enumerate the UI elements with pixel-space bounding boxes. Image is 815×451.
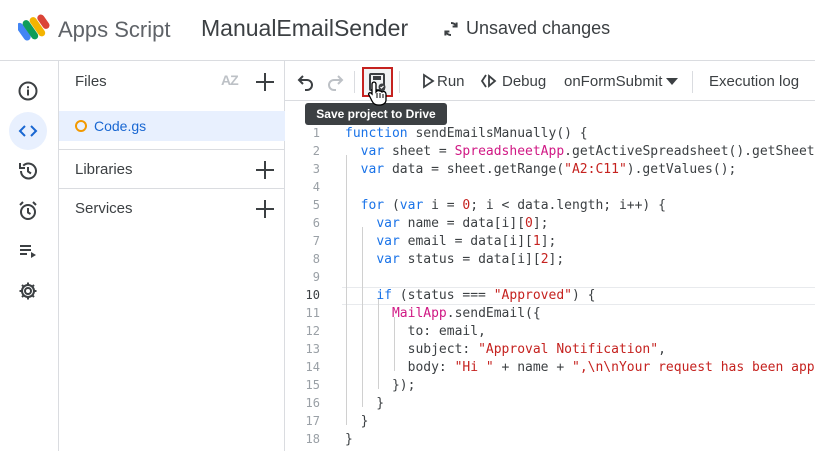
add-file-icon[interactable]	[255, 72, 275, 92]
code-line[interactable]: });	[345, 378, 416, 393]
add-library-icon[interactable]	[255, 160, 275, 180]
line-number: 14	[305, 360, 320, 374]
file-item[interactable]: Code.gs	[59, 111, 285, 141]
triggers-button[interactable]	[9, 192, 47, 230]
executions-list-icon	[20, 245, 36, 258]
function-select[interactable]: onFormSubmit	[564, 61, 682, 101]
code-line[interactable]: body: "Hi " + name + ",\n\nYour request …	[345, 360, 815, 375]
gear-icon	[19, 282, 37, 300]
overview-button[interactable]	[9, 72, 47, 110]
libraries-section: Libraries	[59, 149, 285, 187]
line-number: 13	[305, 342, 320, 356]
execution-log-button[interactable]: Execution log	[709, 61, 809, 101]
history-icon	[19, 162, 37, 180]
redo-icon[interactable]	[325, 71, 345, 91]
settings-button[interactable]	[9, 272, 47, 310]
line-number: 2	[312, 144, 320, 158]
hand-cursor-icon	[367, 81, 387, 106]
code-line[interactable]: }	[345, 414, 369, 429]
line-number: 17	[305, 414, 320, 428]
line-number: 9	[312, 270, 320, 284]
line-number: 3	[312, 162, 320, 176]
alarm-clock-icon	[19, 201, 37, 220]
line-number: 5	[312, 198, 320, 212]
executions-button[interactable]	[9, 232, 47, 270]
files-header: Files AZ	[59, 61, 285, 101]
sync-icon	[444, 21, 458, 36]
add-service-icon[interactable]	[255, 199, 275, 219]
save-status-label: Unsaved changes	[466, 18, 611, 38]
files-panel: Files AZ Code.gs Libraries Services	[59, 60, 285, 451]
history-button[interactable]	[9, 152, 47, 190]
code-line[interactable]: var status = data[i][2];	[345, 252, 564, 267]
app-name[interactable]: Apps Script	[58, 17, 171, 43]
line-number: 6	[312, 216, 320, 230]
code-line[interactable]: function sendEmailsManually() {	[345, 126, 588, 141]
toolbar-divider	[354, 71, 355, 93]
code-line[interactable]: if (status === "Approved") {	[345, 288, 595, 303]
line-number: 16	[305, 396, 320, 410]
apps-script-logo[interactable]	[18, 14, 50, 44]
line-number: 1	[312, 126, 320, 140]
info-icon	[18, 81, 38, 101]
files-title: Files	[75, 73, 107, 90]
code-line[interactable]: }	[345, 396, 384, 411]
play-icon	[423, 73, 435, 89]
line-number: 12	[305, 324, 320, 338]
code-line[interactable]: }	[345, 432, 353, 447]
left-rail	[0, 60, 59, 451]
top-bar: Apps Script ManualEmailSender Unsaved ch…	[0, 0, 815, 60]
line-number: 4	[312, 180, 320, 194]
function-select-value: onFormSubmit	[564, 73, 663, 90]
services-section: Services	[59, 188, 285, 226]
project-name[interactable]: ManualEmailSender	[201, 15, 408, 42]
undo-icon[interactable]	[296, 71, 316, 91]
code-icon	[18, 125, 38, 137]
code-line[interactable]: to: email,	[345, 324, 486, 339]
toolbar-divider	[399, 71, 400, 93]
debug-label: Debug	[502, 73, 547, 90]
run-label: Run	[437, 73, 465, 90]
sort-az-icon[interactable]: AZ	[221, 72, 239, 88]
services-label: Services	[75, 200, 133, 217]
debug-icon	[480, 74, 497, 88]
line-number: 15	[305, 378, 320, 392]
editor-toolbar: Run Debug onFormSubmit Execution log	[285, 60, 815, 101]
file-name: Code.gs	[94, 118, 147, 134]
code-line[interactable]: var data = sheet.getRange("A2:C11").getV…	[345, 162, 737, 177]
code-line[interactable]: var email = data[i][1];	[345, 234, 556, 249]
editor-button[interactable]	[9, 112, 47, 150]
execution-log-label: Execution log	[709, 73, 800, 90]
debug-button[interactable]: Debug	[480, 61, 550, 101]
line-number: 18	[305, 432, 320, 446]
line-number: 11	[305, 306, 320, 320]
code-line[interactable]: MailApp.sendEmail({	[345, 306, 541, 321]
run-button[interactable]: Run	[415, 61, 465, 101]
dropdown-arrow-icon	[666, 78, 678, 85]
line-number: 7	[312, 234, 320, 248]
code-line[interactable]: var sheet = SpreadsheetApp.getActiveSpre…	[345, 144, 815, 159]
code-editor[interactable]: 1 2 3 4 5 6 7 8 9 10 11 12 13 14 15 16 17 18 function sen…	[285, 101, 815, 451]
save-status: Unsaved changes	[442, 18, 610, 39]
code-line[interactable]: for (var i = 0; i < data.length; i++) {	[345, 198, 666, 213]
code-line[interactable]: var name = data[i][0];	[345, 216, 548, 231]
code-line[interactable]: subject: "Approval Notification",	[345, 342, 666, 357]
toolbar-divider	[692, 71, 693, 93]
line-number: 8	[312, 252, 320, 266]
file-modified-dot-icon	[75, 120, 87, 132]
line-number: 10	[305, 288, 320, 302]
libraries-label: Libraries	[75, 161, 133, 178]
